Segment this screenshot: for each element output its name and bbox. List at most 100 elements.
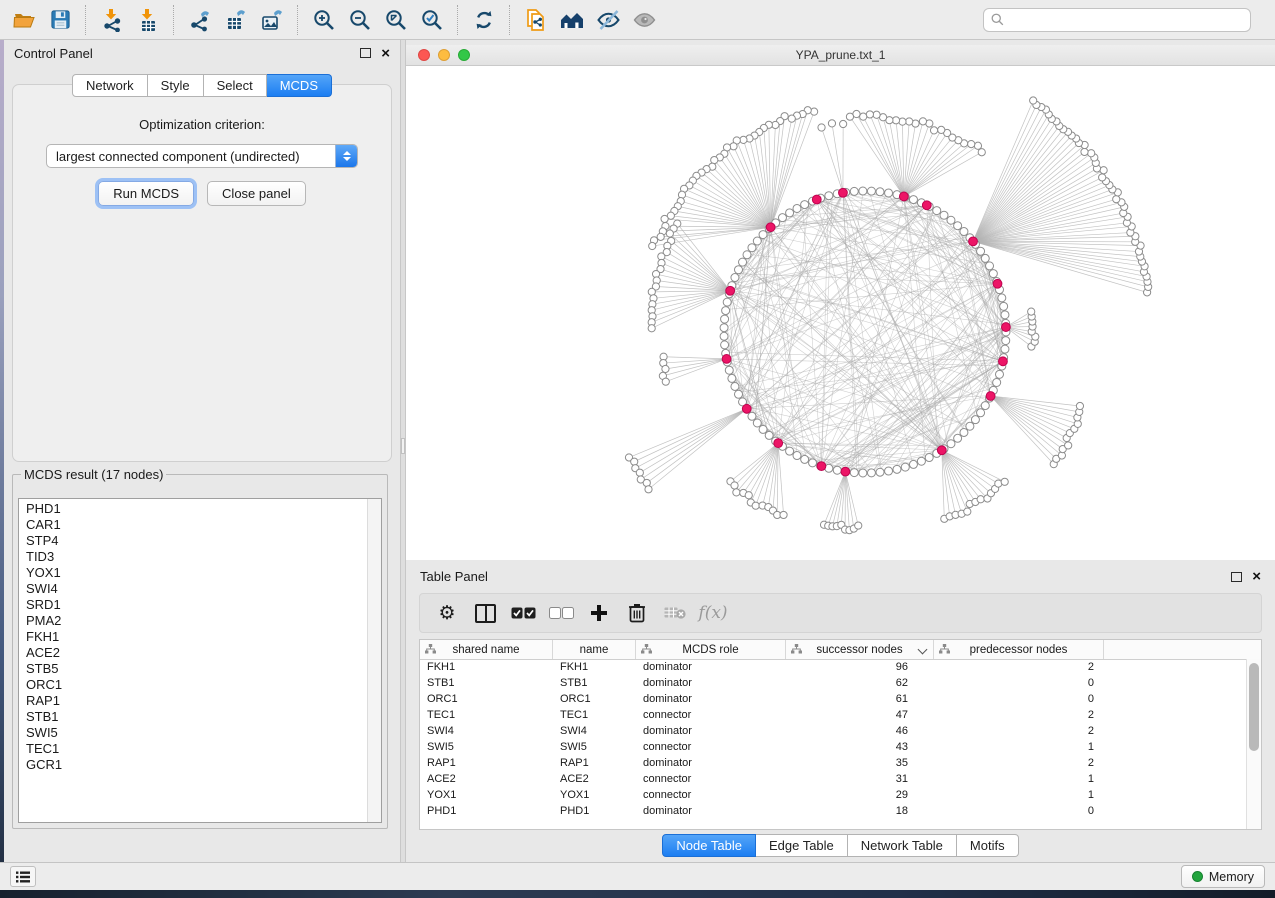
import-table-icon[interactable] (130, 4, 166, 36)
zoom-in-icon[interactable] (306, 4, 342, 36)
mcds-result-item[interactable]: CAR1 (26, 517, 360, 533)
mcds-result-item[interactable]: STP4 (26, 533, 360, 549)
table-panel-tabs: Node Table Edge Table Network Table Moti… (406, 834, 1275, 857)
show-elements-icon[interactable] (626, 4, 662, 36)
table-cell: dominator (636, 661, 786, 673)
mcds-result-item[interactable]: STB5 (26, 661, 360, 677)
optimization-criterion-select[interactable]: largest connected component (undirected) (46, 144, 358, 168)
table-cell: dominator (636, 693, 786, 705)
mcds-result-item[interactable]: YOX1 (26, 565, 360, 581)
float-panel-icon[interactable] (360, 48, 371, 58)
splitter-grip[interactable] (401, 438, 405, 454)
zoom-out-icon[interactable] (342, 4, 378, 36)
network-window-titlebar[interactable]: YPA_prune.txt_1 (406, 45, 1275, 66)
mcds-result-item[interactable]: STB1 (26, 709, 360, 725)
control-panel-title: Control Panel (14, 46, 360, 61)
table-panel-title: Table Panel (420, 569, 1231, 584)
table-cell: PHD1 (553, 805, 636, 817)
mcds-result-item[interactable]: TID3 (26, 549, 360, 565)
table-cell: SWI5 (420, 741, 553, 753)
control-panel-tabs: Network Style Select MCDS (4, 74, 400, 97)
mcds-result-item[interactable]: ACE2 (26, 645, 360, 661)
mcds-result-item[interactable]: FKH1 (26, 629, 360, 645)
network-document-share-icon[interactable] (518, 4, 554, 36)
table-row[interactable]: YOX1YOX1connector291 (420, 787, 1247, 803)
column-header-predecessor-nodes[interactable]: predecessor nodes (934, 640, 1104, 659)
select-all-checkbox-icon[interactable] (504, 596, 542, 630)
tab-edge-table[interactable]: Edge Table (756, 834, 848, 857)
desktop-wallpaper-edge (0, 890, 1275, 898)
open-session-icon[interactable] (6, 4, 42, 36)
column-header-name[interactable]: name (553, 640, 636, 659)
delete-column-icon[interactable] (618, 596, 656, 630)
mcds-result-item[interactable]: RAP1 (26, 693, 360, 709)
table-row[interactable]: ACE2ACE2connector311 (420, 771, 1247, 787)
add-column-icon[interactable] (580, 596, 618, 630)
mcds-result-item[interactable]: PMA2 (26, 613, 360, 629)
node-table-body: FKH1FKH1dominator962STB1STB1dominator620… (420, 659, 1247, 829)
split-columns-icon[interactable] (466, 596, 504, 630)
float-panel-icon[interactable] (1231, 572, 1242, 582)
table-cell: 35 (786, 757, 934, 769)
save-session-icon[interactable] (42, 4, 78, 36)
network-canvas[interactable] (406, 66, 1275, 560)
mcds-result-item[interactable]: SWI4 (26, 581, 360, 597)
mcds-result-item[interactable]: SRD1 (26, 597, 360, 613)
mcds-list-scrollbar[interactable] (367, 499, 381, 822)
column-header-filler (1104, 640, 1261, 659)
tab-style[interactable]: Style (148, 74, 204, 97)
task-history-button[interactable] (10, 866, 36, 887)
table-cell: YOX1 (553, 789, 636, 801)
run-mcds-button[interactable]: Run MCDS (98, 181, 194, 206)
import-network-icon[interactable] (94, 4, 130, 36)
mcds-result-item[interactable]: GCR1 (26, 757, 360, 773)
table-row[interactable]: FKH1FKH1dominator962 (420, 659, 1247, 675)
table-row[interactable]: TEC1TEC1connector472 (420, 707, 1247, 723)
delete-table-icon[interactable] (656, 596, 694, 630)
mcds-result-item[interactable]: TEC1 (26, 741, 360, 757)
table-row[interactable]: SWI4SWI4dominator462 (420, 723, 1247, 739)
table-panel: Table Panel × ⚙ (406, 563, 1275, 862)
tab-network[interactable]: Network (72, 74, 148, 97)
network-graph[interactable] (406, 66, 1275, 560)
zoom-fit-icon[interactable] (378, 4, 414, 36)
table-row[interactable]: SWI5SWI5connector431 (420, 739, 1247, 755)
tab-network-table[interactable]: Network Table (848, 834, 957, 857)
table-cell: PHD1 (420, 805, 553, 817)
mcds-result-item[interactable]: PHD1 (26, 501, 360, 517)
table-row[interactable]: PHD1PHD1dominator180 (420, 803, 1247, 819)
close-panel-icon[interactable]: × (1252, 569, 1261, 584)
export-table-icon[interactable] (218, 4, 254, 36)
mcds-result-item[interactable]: ORC1 (26, 677, 360, 693)
dropdown-stepper-icon (335, 145, 357, 167)
column-header-successor-nodes[interactable]: successor nodes (786, 640, 934, 659)
memory-button[interactable]: Memory (1181, 865, 1265, 888)
table-row[interactable]: STB1STB1dominator620 (420, 675, 1247, 691)
tab-node-table[interactable]: Node Table (662, 834, 756, 857)
zoom-selected-icon[interactable] (414, 4, 450, 36)
export-image-icon[interactable] (254, 4, 290, 36)
tab-select[interactable]: Select (204, 74, 267, 97)
table-cell: 29 (786, 789, 934, 801)
close-panel-button[interactable]: Close panel (207, 181, 306, 206)
tab-motifs[interactable]: Motifs (957, 834, 1019, 857)
close-panel-icon[interactable]: × (381, 46, 390, 61)
table-scrollbar-thumb[interactable] (1249, 663, 1259, 751)
network-view-window: YPA_prune.txt_1 (406, 45, 1275, 560)
column-header-mcds-role[interactable]: MCDS role (636, 640, 786, 659)
tab-mcds[interactable]: MCDS (267, 74, 332, 97)
column-header-shared-name[interactable]: shared name (420, 640, 553, 659)
settings-gear-icon[interactable]: ⚙ (428, 596, 466, 630)
refresh-icon[interactable] (466, 4, 502, 36)
table-row[interactable]: ORC1ORC1dominator610 (420, 691, 1247, 707)
table-row[interactable]: RAP1RAP1dominator352 (420, 755, 1247, 771)
home-networks-icon[interactable] (554, 4, 590, 36)
table-cell: ACE2 (420, 773, 553, 785)
deselect-all-checkbox-icon[interactable] (542, 596, 580, 630)
table-scrollbar[interactable] (1246, 659, 1261, 829)
mcds-result-item[interactable]: SWI5 (26, 725, 360, 741)
hide-elements-icon[interactable] (590, 4, 626, 36)
search-input[interactable] (1005, 12, 1244, 28)
export-network-icon[interactable] (182, 4, 218, 36)
function-builder-icon[interactable]: f(x) (694, 596, 732, 630)
